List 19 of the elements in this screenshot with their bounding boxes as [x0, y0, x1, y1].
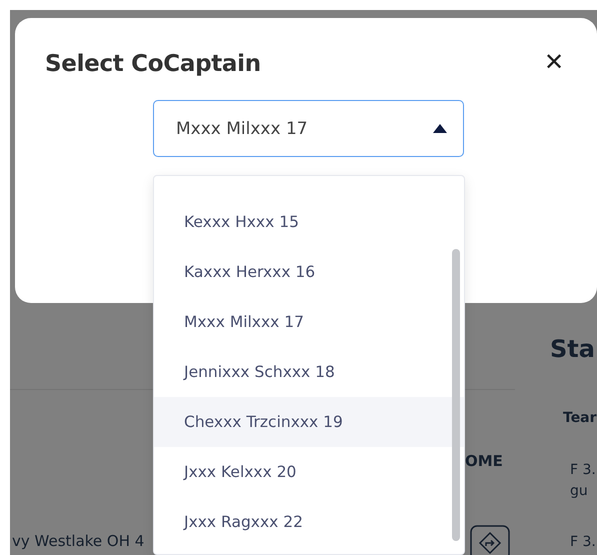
dropdown-option[interactable]: Jennixxx Schxxx 18 — [154, 347, 464, 397]
dropdown-option[interactable]: Chexxx Trzcinxxx 19 — [154, 397, 464, 447]
dropdown-option[interactable]: Mxxx Milxxx 17 — [154, 297, 464, 347]
entry-text: F 3. — [570, 534, 596, 550]
scrollbar-thumb[interactable] — [452, 249, 460, 541]
address-text: vy Westlake OH 4 — [12, 532, 144, 550]
player-select[interactable]: Mxxx Milxxx 17 — [153, 100, 464, 157]
dropdown-option[interactable]: Jxxx Ragxxx 22 — [154, 497, 464, 547]
section-label: Tear — [563, 410, 597, 426]
dropdown-option[interactable]: Jxxx Kelxxx 20 — [154, 447, 464, 497]
column-label: OME — [465, 452, 503, 470]
dropdown-option[interactable]: Kaxxx Herxxx 16 — [154, 247, 464, 297]
dropdown-option[interactable]: Kexxx Hxxx 15 — [154, 197, 464, 247]
section-heading: Sta — [550, 335, 595, 363]
dialog-title: Select CoCaptain — [45, 51, 261, 77]
entry-text: gu — [570, 483, 588, 499]
directions-icon[interactable] — [470, 525, 510, 555]
close-button[interactable]: ✕ — [544, 48, 564, 76]
entry-text: F 3. — [570, 462, 596, 478]
